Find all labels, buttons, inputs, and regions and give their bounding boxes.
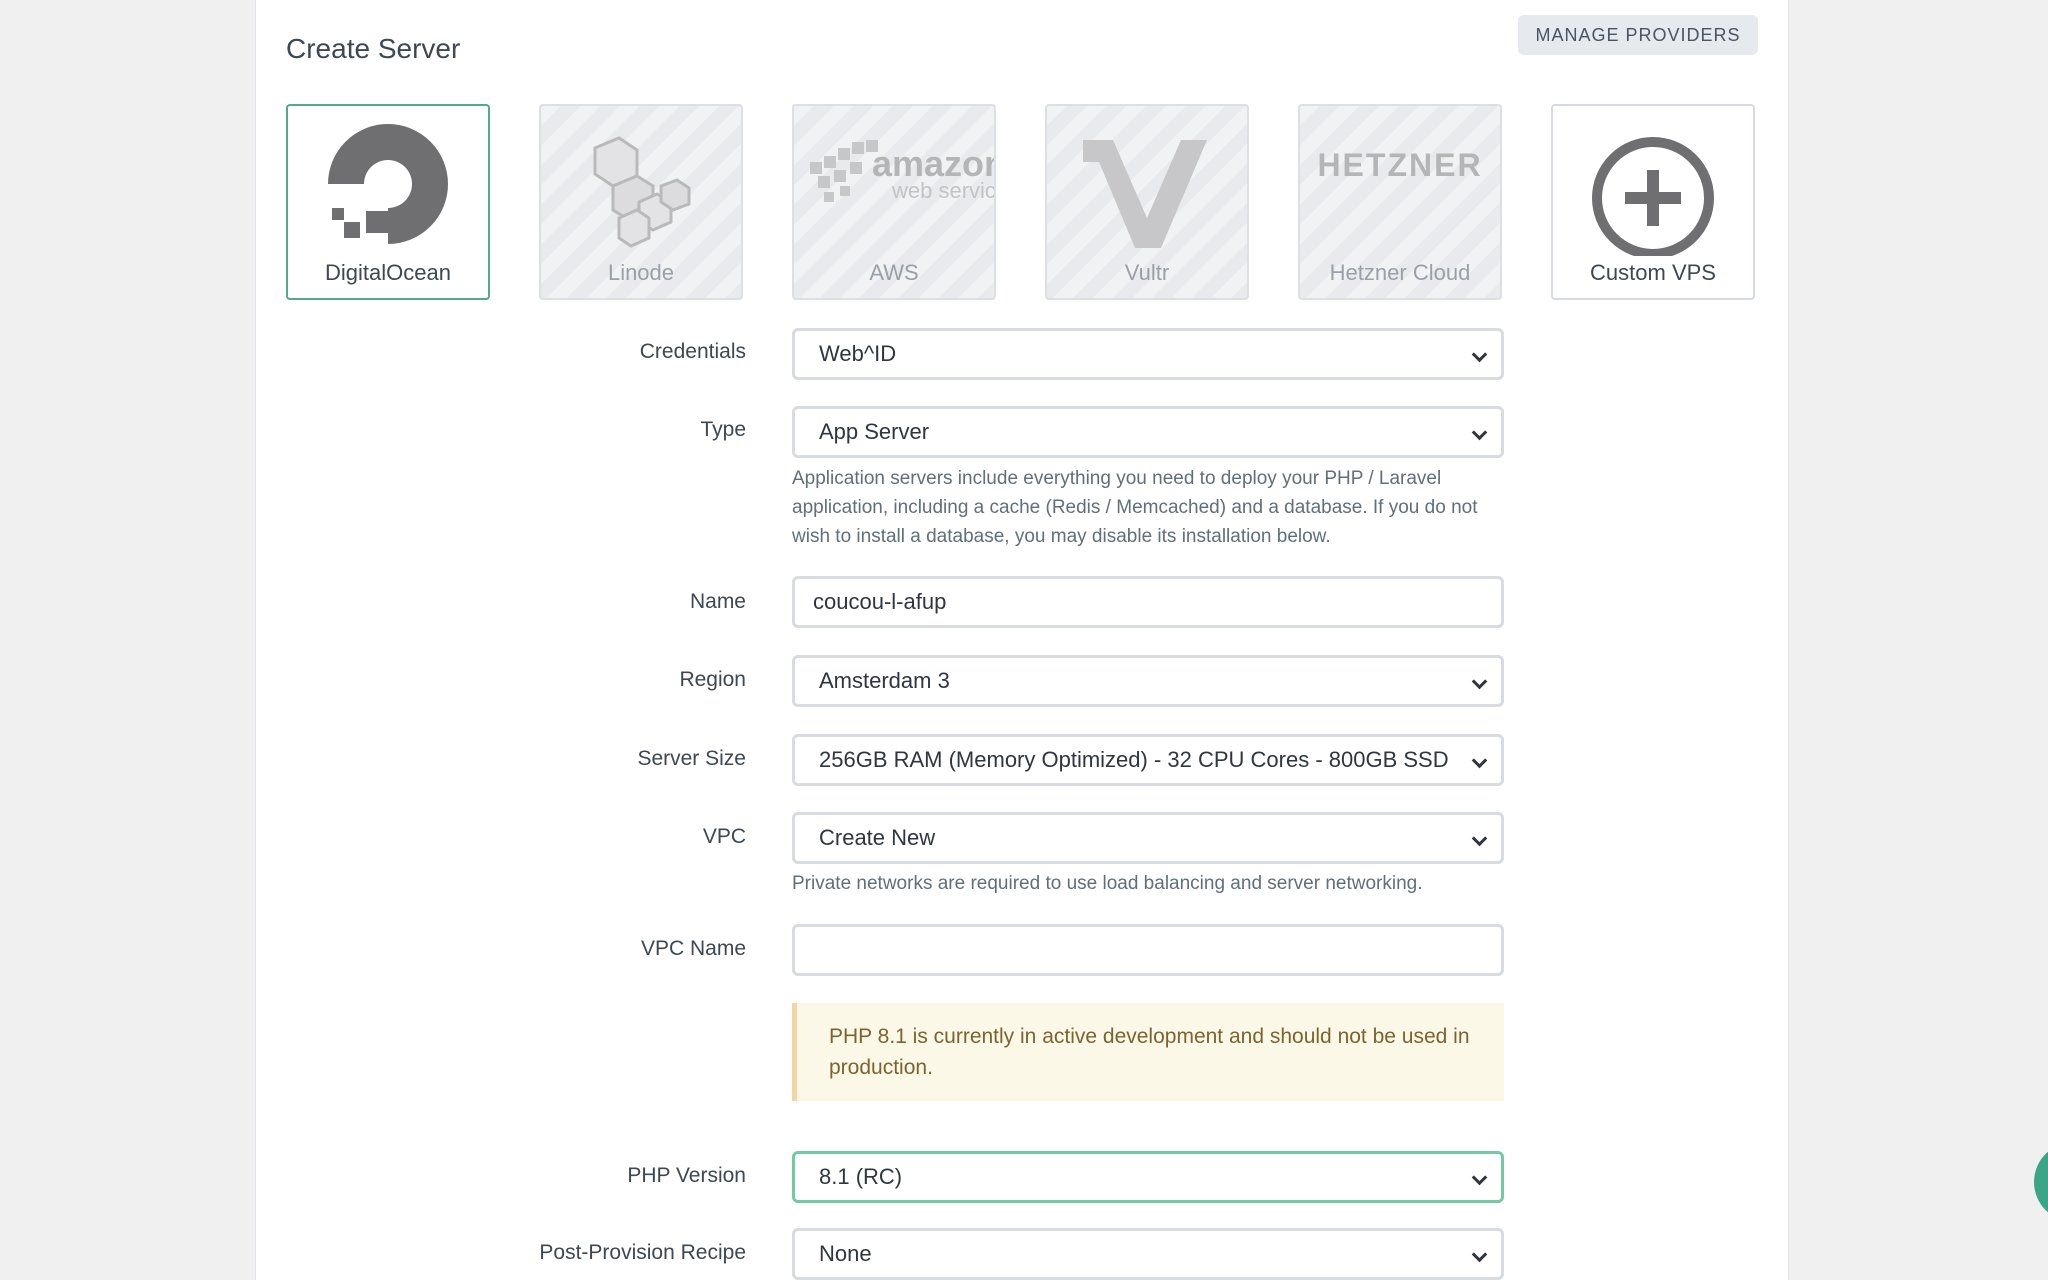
post-provision-value: None <box>819 1241 872 1266</box>
manage-providers-button[interactable]: MANAGE PROVIDERS <box>1518 15 1758 55</box>
provider-label: Custom VPS <box>1590 260 1716 285</box>
page-title: Create Server <box>286 32 461 64</box>
vpc-name-label: VPC Name <box>640 937 746 960</box>
php-version-label: PHP Version <box>627 1164 746 1187</box>
type-label: Type <box>700 418 746 441</box>
linode-logo-icon <box>593 136 691 248</box>
provider-label: DigitalOcean <box>325 260 451 285</box>
name-input[interactable]: coucou-l-afup <box>792 576 1504 628</box>
type-value: App Server <box>819 419 930 444</box>
provider-custom-vps[interactable]: Custom VPS <box>1551 104 1755 300</box>
provider-label: Vultr <box>1124 260 1170 285</box>
vpc-label: VPC <box>702 825 746 848</box>
chat-widget-icon[interactable] <box>2034 1142 2048 1222</box>
vpc-value: Create New <box>819 825 936 850</box>
post-provision-select[interactable]: None <box>792 1228 1504 1280</box>
vultr-logo-icon <box>1083 140 1207 248</box>
credentials-label: Credentials <box>639 340 746 363</box>
vpc-name-input[interactable] <box>792 924 1504 976</box>
server-size-select[interactable]: 256GB RAM (Memory Optimized) - 32 CPU Co… <box>792 734 1504 786</box>
provider-vultr[interactable]: Vultr <box>1045 104 1249 300</box>
server-size-value: 256GB RAM (Memory Optimized) - 32 CPU Co… <box>819 747 1449 772</box>
svg-text:HETZNER: HETZNER <box>1317 147 1482 183</box>
region-label: Region <box>679 668 746 691</box>
provider-label: Linode <box>607 260 675 285</box>
vpc-select[interactable]: Create New <box>792 812 1504 864</box>
region-select[interactable]: Amsterdam 3 <box>792 655 1504 707</box>
type-select[interactable]: App Server <box>792 406 1504 458</box>
credentials-value: Web^ID <box>819 341 897 366</box>
post-provision-label: Post-Provision Recipe <box>539 1241 746 1264</box>
server-size-label: Server Size <box>637 747 746 770</box>
aws-logo-icon: amazon web services <box>810 140 994 203</box>
php-version-select[interactable]: 8.1 (RC) <box>792 1151 1504 1203</box>
svg-text:web services: web services <box>891 178 994 203</box>
provider-hetzner[interactable]: HETZNER Hetzner Cloud <box>1298 104 1502 300</box>
provider-aws[interactable]: amazon web services AWS <box>792 104 996 300</box>
provider-digitalocean[interactable]: DigitalOcean <box>286 104 490 300</box>
plus-circle-icon <box>1592 137 1714 256</box>
provider-linode[interactable]: Linode <box>539 104 743 300</box>
php-warning-alert: PHP 8.1 is currently in active developme… <box>792 1003 1504 1101</box>
php-version-value: 8.1 (RC) <box>819 1164 903 1189</box>
provider-label: AWS <box>869 260 919 285</box>
vpc-help-text: Private networks are required to use loa… <box>792 873 1423 894</box>
region-value: Amsterdam 3 <box>819 668 950 693</box>
name-label: Name <box>689 590 746 613</box>
digitalocean-logo-icon <box>328 124 448 244</box>
hetzner-logo-icon: HETZNER <box>1317 147 1482 183</box>
credentials-select[interactable]: Web^ID <box>792 328 1504 380</box>
name-value: coucou-l-afup <box>813 589 947 614</box>
type-help-text: Application servers include everything y… <box>792 468 1478 547</box>
provider-label: Hetzner Cloud <box>1329 260 1471 285</box>
